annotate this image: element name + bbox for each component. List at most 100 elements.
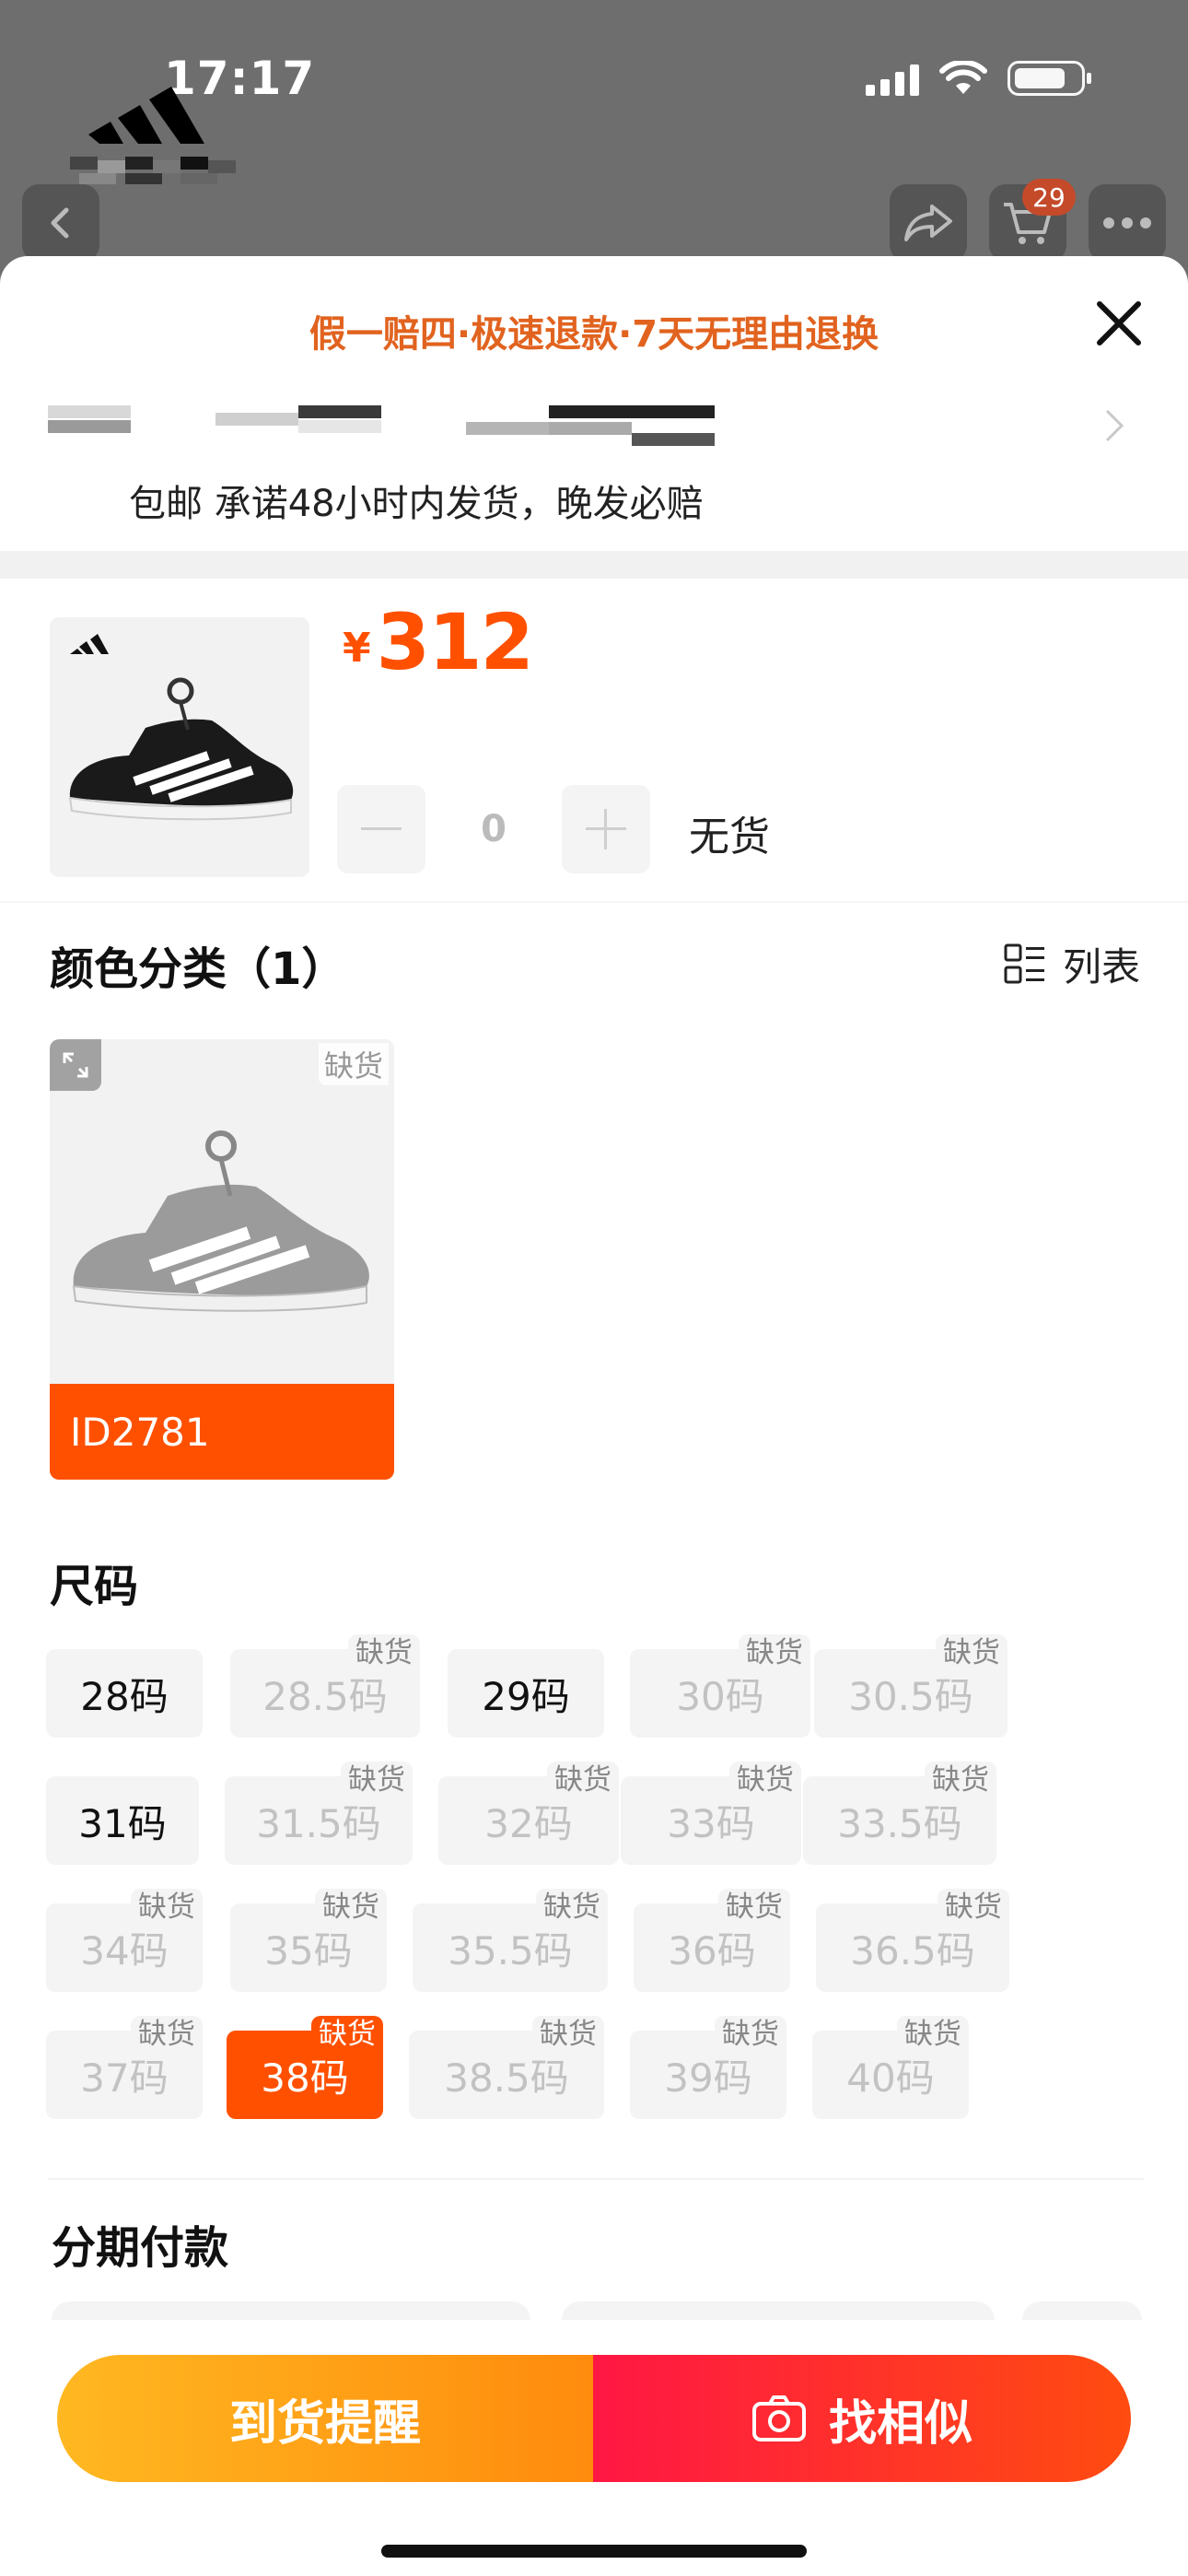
back-icon <box>51 207 69 239</box>
home-indicator <box>381 2545 807 2558</box>
installment-option[interactable] <box>562 2301 995 2320</box>
size-option[interactable]: 31.5码 缺货 <box>225 1762 413 1865</box>
shipping-promise: 包邮 承诺48小时内发货，晚发必赔 <box>129 483 704 525</box>
out-of-stock-tag: 缺货 <box>536 1889 608 1927</box>
quantity-increase-button[interactable] <box>562 785 650 873</box>
size-option[interactable]: 32码 缺货 <box>438 1762 619 1865</box>
redacted-text <box>466 422 549 435</box>
size-option-label: 38.5码 <box>444 2055 569 2101</box>
minus-icon <box>361 827 402 830</box>
size-option[interactable]: 37码 缺货 <box>46 2016 203 2119</box>
shoe-image-grey <box>72 1130 369 1312</box>
out-of-stock-tag: 缺货 <box>897 2016 969 2055</box>
size-option-label: 28.5码 <box>262 1673 388 1719</box>
size-section-title: 尺码 <box>50 1561 139 1612</box>
size-option[interactable]: 38码 缺货 <box>227 2016 383 2119</box>
size-option-label: 40码 <box>846 2055 935 2101</box>
size-option-label: 39码 <box>664 2055 752 2101</box>
redacted-text <box>298 420 381 433</box>
size-option[interactable]: 28码 <box>46 1649 203 1738</box>
redacted-text <box>549 405 715 418</box>
redacted-text <box>48 420 131 433</box>
section-divider <box>0 551 1188 579</box>
size-option[interactable]: 38.5码 缺货 <box>409 2016 604 2119</box>
size-option-label: 37码 <box>80 2055 169 2101</box>
size-option[interactable]: 35.5码 缺货 <box>413 1889 608 1992</box>
divider <box>0 901 1188 903</box>
size-option[interactable]: 34码 缺货 <box>46 1889 203 1992</box>
out-of-stock-tag: 缺货 <box>315 1889 387 1927</box>
size-option-label: 33码 <box>667 1800 755 1846</box>
guarantee-banner: 假一赔四·极速退款·7天无理由退换 <box>309 313 879 356</box>
out-of-stock-tag: 缺货 <box>547 1762 619 1800</box>
share-icon <box>904 205 952 241</box>
size-option-label: 36.5码 <box>850 1927 975 1973</box>
installment-section-title: 分期付款 <box>52 2222 229 2274</box>
size-option-label: 35.5码 <box>448 1927 573 1973</box>
store-info-row[interactable] <box>48 394 1144 459</box>
installment-option[interactable] <box>1022 2301 1142 2320</box>
quantity-decrease-button[interactable] <box>337 785 425 873</box>
installment-option[interactable] <box>52 2301 530 2320</box>
list-view-toggle[interactable]: 列表 <box>1004 936 1140 992</box>
restock-notify-button[interactable]: 到货提醒 <box>57 2355 593 2482</box>
size-option[interactable]: 39码 缺货 <box>630 2016 786 2119</box>
size-option-label: 30.5码 <box>848 1673 973 1719</box>
size-option-label: 31码 <box>78 1800 167 1846</box>
size-option[interactable]: 30.5码 缺货 <box>814 1634 1007 1738</box>
size-option[interactable]: 36.5码 缺货 <box>816 1889 1009 1992</box>
product-thumbnail[interactable] <box>50 617 309 877</box>
out-of-stock-tag: 缺货 <box>341 1762 413 1800</box>
screen: 17:17 29 假一赔四·极速退款·7天无理由退换 包邮 承诺48小时内发货，… <box>0 0 1188 2576</box>
out-of-stock-tag: 缺货 <box>131 1889 203 1927</box>
out-of-stock-tag: 缺货 <box>131 2016 203 2055</box>
size-option[interactable]: 33.5码 缺货 <box>803 1762 996 1865</box>
out-of-stock-tag: 缺货 <box>925 1762 996 1800</box>
brand-logo <box>70 87 236 184</box>
color-option-card[interactable]: 缺货 ID2781 <box>50 1039 394 1480</box>
price: ¥312 <box>343 597 534 687</box>
cellular-signal-icon <box>866 64 919 96</box>
size-option-label: 32码 <box>484 1800 573 1846</box>
more-button[interactable] <box>1089 184 1166 262</box>
brand-mini-logo <box>70 634 109 654</box>
size-option[interactable]: 33码 缺货 <box>621 1762 801 1865</box>
stock-status: 无货 <box>689 814 770 861</box>
size-option-label: 31.5码 <box>256 1800 381 1846</box>
size-option[interactable]: 40码 缺货 <box>812 2016 969 2119</box>
cart-button[interactable]: 29 <box>989 179 1076 262</box>
size-option[interactable]: 35码 缺货 <box>230 1889 387 1992</box>
size-option[interactable]: 30码 缺货 <box>630 1634 810 1738</box>
size-option[interactable]: 29码 <box>448 1649 604 1738</box>
out-of-stock-tag: 缺货 <box>348 1634 420 1673</box>
size-option-label: 35码 <box>264 1927 353 1973</box>
size-option-label: 28码 <box>80 1673 169 1719</box>
list-view-label: 列表 <box>1062 944 1140 989</box>
color-section-title: 颜色分类（1） <box>50 943 346 995</box>
battery-icon <box>1007 61 1091 96</box>
quantity-value[interactable]: 0 <box>425 785 562 873</box>
wifi-icon <box>939 61 987 94</box>
out-of-stock-tag: 缺货 <box>729 1762 801 1800</box>
out-of-stock-tag: 缺货 <box>532 2016 604 2055</box>
size-option-label: 38码 <box>261 2055 349 2101</box>
size-option[interactable]: 31码 <box>46 1776 199 1865</box>
size-option-label: 36码 <box>668 1927 756 1973</box>
find-similar-button[interactable]: 找相似 <box>593 2355 1131 2482</box>
status-icons <box>866 61 1091 96</box>
out-of-stock-tag: 缺货 <box>938 1889 1009 1927</box>
size-option[interactable]: 28.5码 缺货 <box>230 1634 420 1738</box>
currency-symbol: ¥ <box>343 625 371 672</box>
close-icon[interactable] <box>1089 293 1149 354</box>
redacted-text <box>48 405 131 418</box>
redacted-text <box>298 405 381 418</box>
share-button[interactable] <box>890 184 967 262</box>
redacted-text <box>215 413 298 426</box>
back-button[interactable] <box>22 184 99 262</box>
out-of-stock-tag: 缺货 <box>715 2016 786 2055</box>
list-view-icon <box>1004 943 1044 983</box>
size-option[interactable]: 36码 缺货 <box>634 1889 790 1992</box>
cart-count-badge: 29 <box>1022 179 1076 216</box>
size-option-label: 29码 <box>482 1673 570 1719</box>
more-icon <box>1103 217 1151 228</box>
